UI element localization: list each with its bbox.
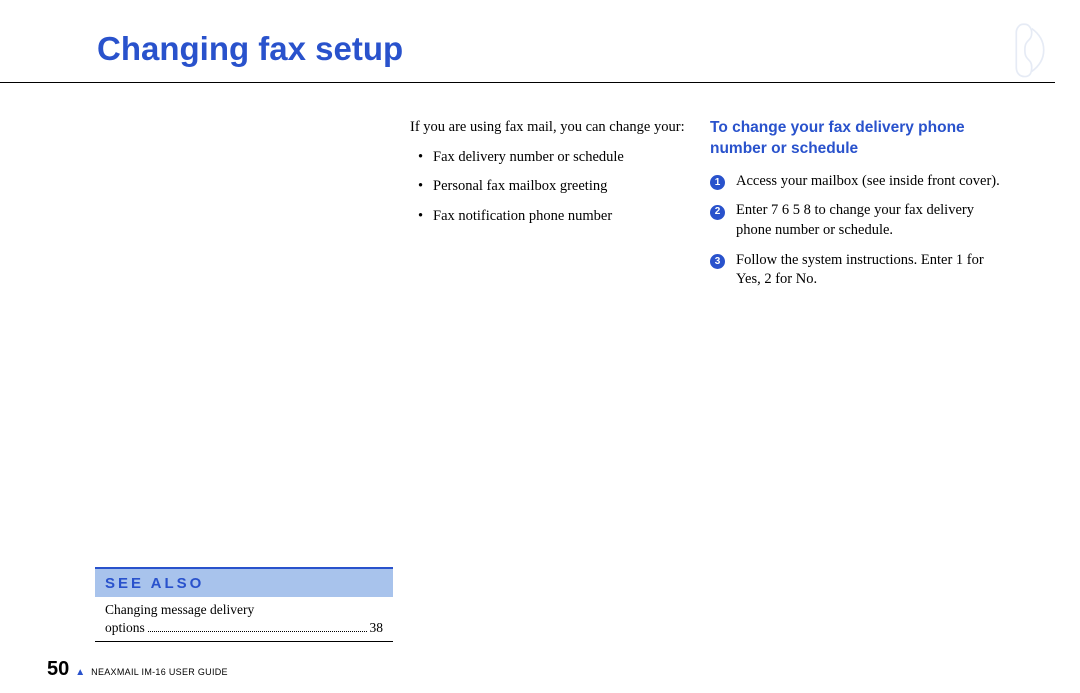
bullet-item: Fax notification phone number <box>423 207 685 227</box>
step-item: 3 Follow the system instructions. Enter … <box>710 251 1000 290</box>
bullet-item: Personal fax mailbox greeting <box>423 177 685 197</box>
see-also-ref-line2: options <box>105 619 145 637</box>
phone-handset-icon <box>1012 20 1048 80</box>
step-text: Access your mailbox (see inside front co… <box>736 172 1000 192</box>
step-item: 1 Access your mailbox (see inside front … <box>710 172 1000 192</box>
step-number-badge: 1 <box>710 175 725 190</box>
step-text: Follow the system instructions. Enter 1 … <box>736 251 1000 290</box>
guide-label: NEAXMAIL IM-16 USER GUIDE <box>91 667 228 677</box>
page-number: 50 <box>47 658 69 681</box>
triangle-icon: ▲ <box>75 667 85 678</box>
step-text: Enter 7 6 5 8 to change your fax deliver… <box>736 201 1000 240</box>
step-number-badge: 2 <box>710 205 725 220</box>
leader-dots <box>148 631 367 632</box>
step-item: 2 Enter 7 6 5 8 to change your fax deliv… <box>710 201 1000 240</box>
step-number-badge: 3 <box>710 254 725 269</box>
divider <box>0 82 1055 83</box>
steps-heading: To change your fax delivery phone number… <box>710 118 1000 160</box>
see-also-ref-line1: Changing message delivery <box>105 601 383 619</box>
see-also-box: SEE ALSO Changing message delivery optio… <box>95 567 393 642</box>
see-also-ref-page: 38 <box>370 619 384 637</box>
bullet-item: Fax delivery number or schedule <box>423 148 685 168</box>
steps-column: To change your fax delivery phone number… <box>710 118 1000 300</box>
footer: 50 ▲ NEAXMAIL IM-16 USER GUIDE <box>47 658 228 681</box>
page-title: Changing fax setup <box>97 30 1080 68</box>
see-also-heading: SEE ALSO <box>95 567 393 597</box>
intro-column: If you are using fax mail, you can chang… <box>410 118 685 300</box>
intro-text: If you are using fax mail, you can chang… <box>410 118 685 138</box>
